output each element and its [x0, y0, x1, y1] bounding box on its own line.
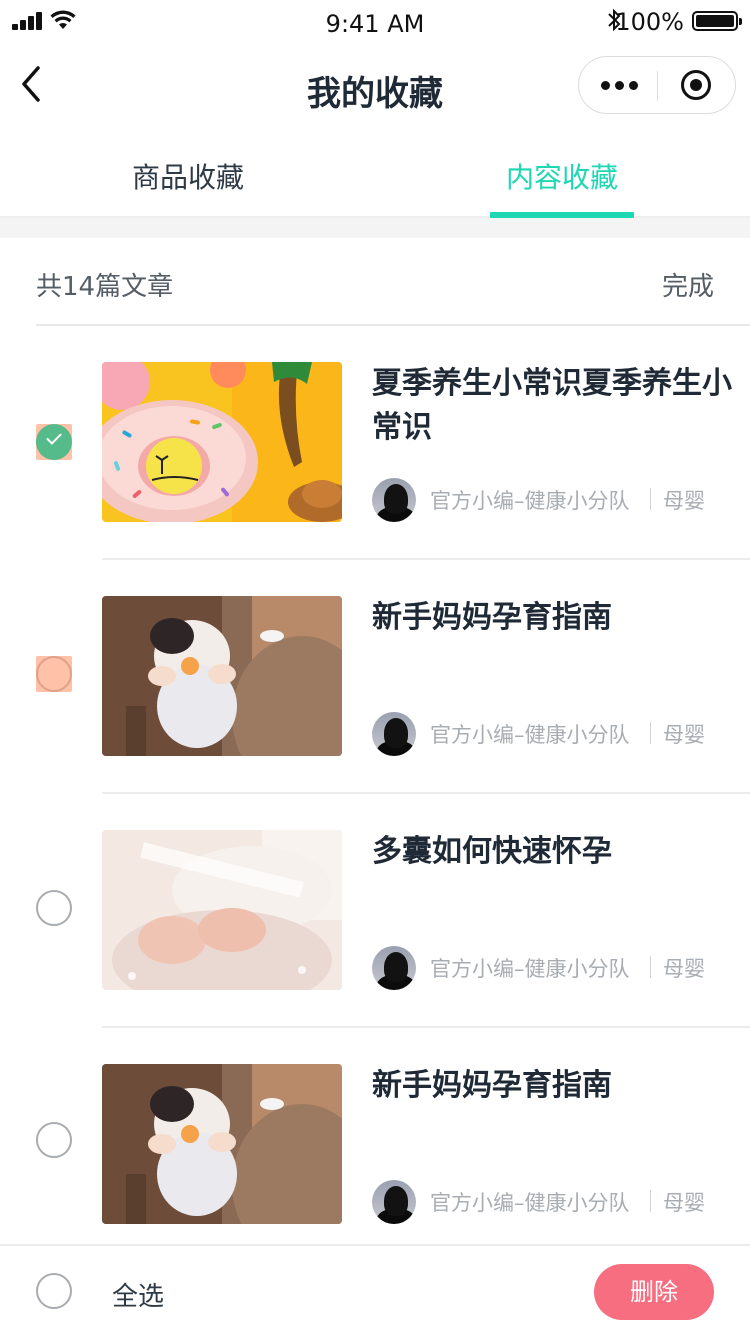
- meta-separator: [650, 722, 651, 744]
- delete-button[interactable]: 删除: [594, 1264, 714, 1320]
- article-title[interactable]: 多囊如何快速怀孕: [372, 830, 750, 874]
- bottom-action-bar: 全选 删除: [0, 1244, 750, 1334]
- meta-separator: [650, 488, 651, 510]
- summary-row: 共14篇文章 完成: [0, 238, 750, 326]
- checkbox-unchecked[interactable]: [36, 656, 72, 692]
- article-meta: 官方小编–健康小分队 母婴: [372, 476, 750, 522]
- meta-separator: [650, 956, 651, 978]
- baby-eating-thumbnail: [102, 596, 342, 756]
- article-meta: 官方小编–健康小分队 母婴: [372, 710, 750, 756]
- status-bar: 9:41 AM 100%: [0, 0, 750, 48]
- select-all-checkbox[interactable]: [36, 1273, 72, 1309]
- miniprogram-capsule: [578, 56, 736, 114]
- tab-product-favorites[interactable]: 商品收藏: [38, 156, 338, 196]
- avatar: [372, 1180, 416, 1224]
- article-title[interactable]: 夏季养生小常识夏季养生小常识: [372, 362, 750, 450]
- battery-icon: [692, 11, 742, 31]
- author-name: 官方小编–健康小分队: [430, 723, 630, 747]
- baby-hands-thumbnail: [102, 830, 342, 990]
- avatar: [372, 946, 416, 990]
- donut-float-thumbnail: [102, 362, 342, 522]
- author-name: 官方小编–健康小分队: [430, 957, 630, 981]
- checkbox-checked[interactable]: [36, 424, 72, 460]
- category-tag: 母婴: [663, 1191, 705, 1215]
- article-title[interactable]: 新手妈妈孕育指南: [372, 1064, 750, 1108]
- checkbox-unchecked[interactable]: [36, 890, 72, 926]
- category-tag: 母婴: [663, 723, 705, 747]
- select-all-label[interactable]: 全选: [112, 1276, 164, 1313]
- category-tag: 母婴: [663, 489, 705, 513]
- capsule-divider: [657, 71, 658, 101]
- baby-eating-thumbnail: [102, 1064, 342, 1224]
- tab-content-favorites[interactable]: 内容收藏: [412, 156, 712, 196]
- navigation-bar: 我的收藏: [0, 48, 750, 128]
- section-gap: [0, 218, 750, 238]
- article-title[interactable]: 新手妈妈孕育指南: [372, 596, 750, 640]
- tab-bar: 商品收藏 内容收藏: [0, 128, 750, 218]
- more-options-icon[interactable]: [579, 57, 659, 113]
- category-tag: 母婴: [663, 957, 705, 981]
- battery-percentage: 100%: [615, 8, 684, 36]
- avatar: [372, 712, 416, 756]
- checkbox-unchecked[interactable]: [36, 1122, 72, 1158]
- author-name: 官方小编–健康小分队: [430, 489, 630, 513]
- close-miniprogram-icon[interactable]: [659, 57, 735, 113]
- article-meta: 官方小编–健康小分队 母婴: [372, 944, 750, 990]
- list-item[interactable]: 新手妈妈孕育指南 官方小编–健康小分队 母婴: [0, 1028, 750, 1246]
- list-item[interactable]: 新手妈妈孕育指南 官方小编–健康小分队 母婴: [0, 560, 750, 794]
- meta-separator: [650, 1190, 651, 1212]
- article-count: 共14篇文章: [36, 272, 174, 302]
- done-button[interactable]: 完成: [662, 266, 714, 303]
- author-name: 官方小编–健康小分队: [430, 1191, 630, 1215]
- article-meta: 官方小编–健康小分队 母婴: [372, 1178, 750, 1224]
- list-item[interactable]: 多囊如何快速怀孕 官方小编–健康小分队 母婴: [0, 794, 750, 1028]
- avatar: [372, 478, 416, 522]
- list-item[interactable]: 夏季养生小常识夏季养生小常识 官方小编–健康小分队 母婴: [0, 326, 750, 560]
